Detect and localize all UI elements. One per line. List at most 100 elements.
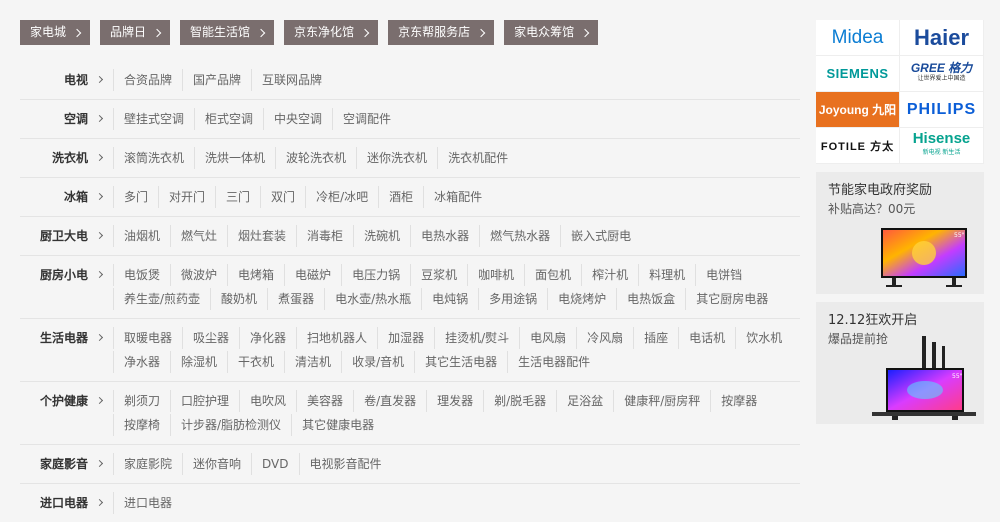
category-link[interactable]: 波轮洗衣机 (275, 147, 356, 169)
category-link[interactable]: 计步器/脂肪检测仪 (170, 414, 291, 436)
category-link[interactable]: 电炖锅 (421, 288, 478, 310)
category-link[interactable]: 清洁机 (284, 351, 341, 373)
category-link[interactable]: 柜式空调 (194, 108, 263, 130)
category-link[interactable]: 微波炉 (170, 264, 227, 286)
brand-midea-logo[interactable]: Midea (816, 20, 900, 56)
category-link[interactable]: 干衣机 (227, 351, 284, 373)
category-link[interactable]: 洗烘一体机 (194, 147, 275, 169)
brand-gree-logo[interactable]: GREE 格力 让世界爱上中国造 (900, 56, 984, 92)
category-link[interactable]: 净水器 (113, 351, 170, 373)
category-link[interactable]: 电吹风 (239, 390, 296, 412)
category-link[interactable]: 洗衣机配件 (437, 147, 518, 169)
tag-appliance-mall[interactable]: 家电城 (20, 20, 91, 45)
category-link[interactable]: 卷/直发器 (353, 390, 426, 412)
category-link[interactable]: 酸奶机 (210, 288, 267, 310)
category-title[interactable]: 家庭影音 (20, 452, 104, 474)
category-link[interactable]: 壁挂式空调 (113, 108, 194, 130)
category-link[interactable]: 冰箱配件 (423, 186, 492, 208)
category-link[interactable]: 豆浆机 (410, 264, 467, 286)
category-title[interactable]: 洗衣机 (20, 146, 104, 168)
category-link[interactable]: 电热饭盒 (616, 288, 685, 310)
category-link[interactable]: 电磁炉 (284, 264, 341, 286)
category-link[interactable]: 其它厨房电器 (685, 288, 778, 310)
category-link[interactable]: 足浴盆 (556, 390, 613, 412)
category-title[interactable]: 空调 (20, 107, 104, 129)
category-link[interactable]: 冷风扇 (576, 327, 633, 349)
promo-double-twelve[interactable]: 12.12狂欢开启 爆品提前抢 55" (816, 302, 984, 424)
category-link[interactable]: 燃气热水器 (479, 225, 560, 247)
category-link[interactable]: 电话机 (678, 327, 735, 349)
category-link[interactable]: 健康秤/厨房秤 (613, 390, 710, 412)
category-link[interactable]: 料理机 (638, 264, 695, 286)
tag-purification[interactable]: 京东净化馆 (284, 20, 379, 45)
category-link[interactable]: 三门 (215, 186, 260, 208)
category-link[interactable]: 电热水器 (410, 225, 479, 247)
category-link[interactable]: 面包机 (524, 264, 581, 286)
category-link[interactable]: 美容器 (296, 390, 353, 412)
category-link[interactable]: 双门 (260, 186, 305, 208)
category-link[interactable]: 收录/音机 (341, 351, 414, 373)
category-link[interactable]: 烟灶套装 (227, 225, 296, 247)
category-link[interactable]: 剃须刀 (113, 390, 170, 412)
category-link[interactable]: 煮蛋器 (267, 288, 324, 310)
category-link[interactable]: 消毒柜 (296, 225, 353, 247)
category-link[interactable]: 滚筒洗衣机 (113, 147, 194, 169)
category-link[interactable]: 其它生活电器 (414, 351, 507, 373)
category-title[interactable]: 厨房小电 (20, 263, 104, 285)
category-link[interactable]: 对开门 (158, 186, 215, 208)
category-link[interactable]: 理发器 (426, 390, 483, 412)
category-link[interactable]: 电风扇 (519, 327, 576, 349)
category-link[interactable]: 迷你洗衣机 (356, 147, 437, 169)
category-title[interactable]: 冰箱 (20, 185, 104, 207)
category-link[interactable]: 取暖电器 (113, 327, 182, 349)
brand-philips-logo[interactable]: PHILIPS (900, 92, 984, 128)
category-link[interactable]: 电烤箱 (227, 264, 284, 286)
category-link[interactable]: 咖啡机 (467, 264, 524, 286)
category-title[interactable]: 进口电器 (20, 491, 104, 513)
category-link[interactable]: 剃/脱毛器 (483, 390, 556, 412)
tag-brand-day[interactable]: 品牌日 (100, 20, 171, 45)
tag-crowdfunding[interactable]: 家电众筹馆 (504, 20, 599, 45)
category-link[interactable]: 扫地机器人 (296, 327, 377, 349)
brand-joyoung-logo[interactable]: Joyoung 九阳 (816, 92, 900, 128)
category-link[interactable]: 净化器 (239, 327, 296, 349)
category-link[interactable]: 其它健康电器 (291, 414, 384, 436)
category-title[interactable]: 厨卫大电 (20, 224, 104, 246)
category-link[interactable]: 电视影音配件 (298, 453, 392, 475)
category-link[interactable]: 进口电器 (113, 492, 182, 514)
category-link[interactable]: 燃气灶 (170, 225, 227, 247)
category-link[interactable]: 养生壶/煎药壶 (113, 288, 210, 310)
category-link[interactable]: 互联网品牌 (251, 69, 332, 91)
category-link[interactable]: 按摩椅 (113, 414, 170, 436)
category-link[interactable]: 生活电器配件 (507, 351, 600, 373)
category-link[interactable]: 加湿器 (377, 327, 434, 349)
tag-service-store[interactable]: 京东帮服务店 (388, 20, 495, 45)
category-link[interactable]: 迷你音响 (182, 453, 251, 475)
category-link[interactable]: 多用途锅 (478, 288, 547, 310)
category-link[interactable]: 口腔护理 (170, 390, 239, 412)
category-link[interactable]: 油烟机 (113, 225, 170, 247)
category-link[interactable]: 吸尘器 (182, 327, 239, 349)
category-link[interactable]: 洗碗机 (353, 225, 410, 247)
category-link[interactable]: 电烧烤炉 (547, 288, 616, 310)
category-link[interactable]: 嵌入式厨电 (560, 225, 641, 247)
brand-haier-logo[interactable]: Haier (900, 20, 984, 56)
category-link[interactable]: 国产品牌 (182, 69, 251, 91)
promo-energy-subsidy[interactable]: 节能家电政府奖励 补贴高达？00元 55" (816, 172, 984, 294)
category-link[interactable]: 电压力锅 (341, 264, 410, 286)
brand-siemens-logo[interactable]: SIEMENS (816, 56, 900, 92)
category-title[interactable]: 生活电器 (20, 326, 104, 348)
category-link[interactable]: 中央空调 (263, 108, 332, 130)
category-link[interactable]: 电饭煲 (113, 264, 170, 286)
category-link[interactable]: 按摩器 (710, 390, 767, 412)
category-link[interactable]: DVD (251, 453, 298, 475)
brand-hisense-logo[interactable]: Hisense 新电视 新生活 (900, 128, 984, 164)
category-link[interactable]: 电水壶/热水瓶 (324, 288, 421, 310)
category-link[interactable]: 饮水机 (735, 327, 792, 349)
tag-smart-life[interactable]: 智能生活馆 (180, 20, 275, 45)
category-link[interactable]: 除湿机 (170, 351, 227, 373)
category-link[interactable]: 冷柜/冰吧 (305, 186, 378, 208)
category-link[interactable]: 酒柜 (378, 186, 423, 208)
category-link[interactable]: 家庭影院 (113, 453, 182, 475)
category-link[interactable]: 多门 (113, 186, 158, 208)
